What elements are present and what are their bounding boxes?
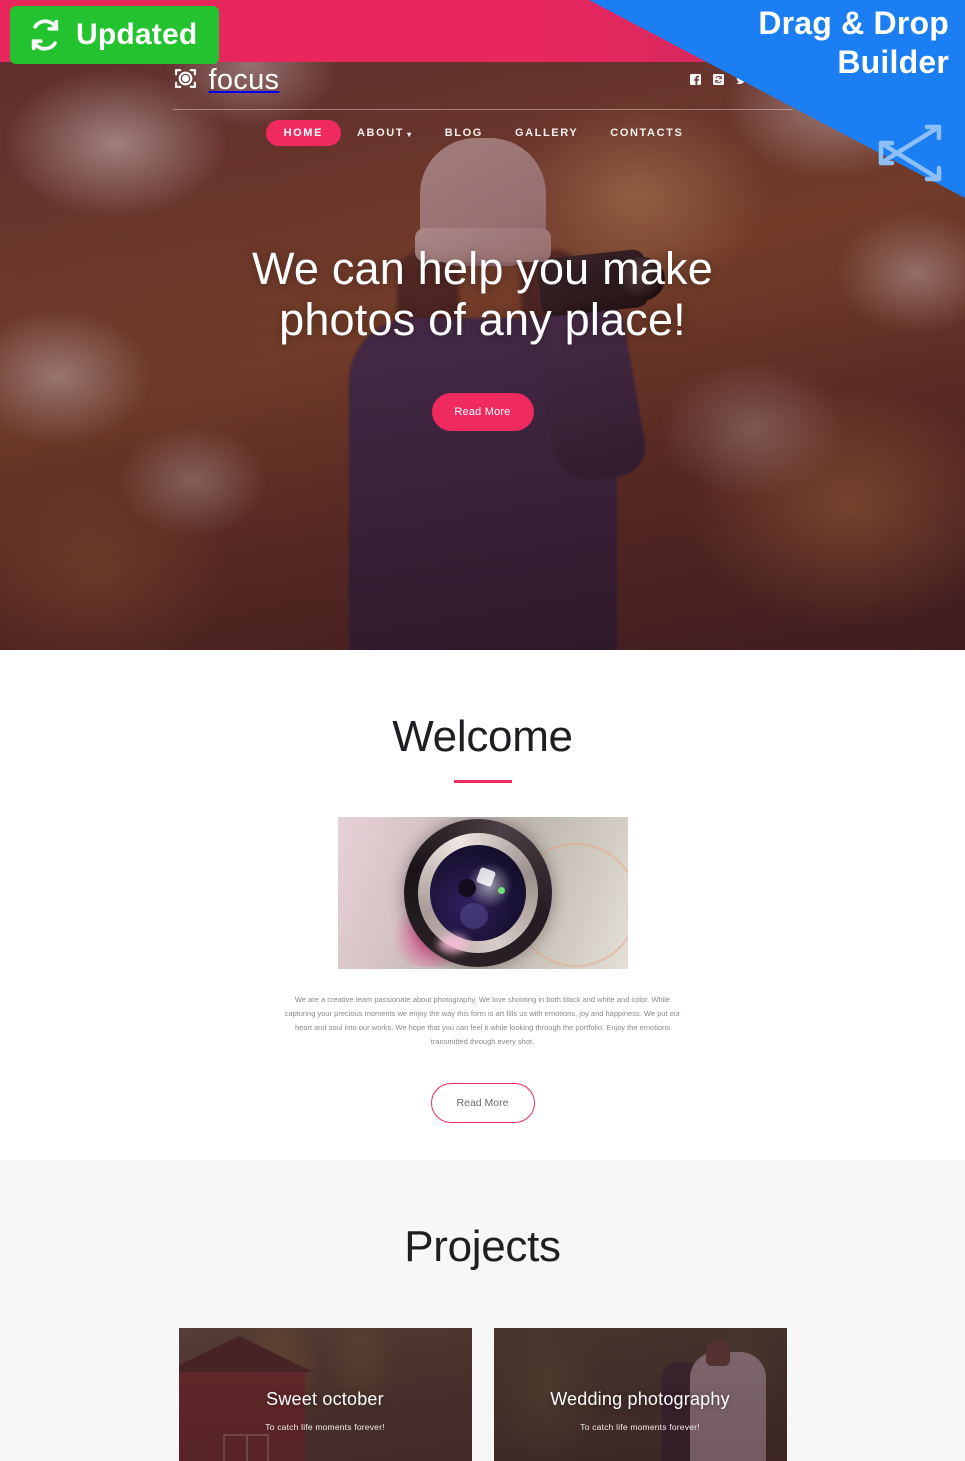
project-card[interactable]: Wedding photography To catch life moment… (493, 1328, 787, 1461)
nav-label-about: ABOUT (357, 127, 405, 139)
welcome-title: Welcome (392, 712, 573, 761)
projects-grid: Sweet october To catch life moments fore… (178, 1328, 787, 1461)
chevron-down-icon: ▾ (407, 129, 413, 139)
nav-item-blog[interactable]: BLOG (429, 120, 499, 146)
nav-label-contacts: CONTACTS (610, 127, 684, 139)
brand-logo[interactable]: focus (173, 64, 280, 97)
project-card[interactable]: Sweet october To catch life moments fore… (178, 1328, 472, 1461)
hero-title-line1: We can help you make (252, 242, 713, 294)
page-root: We can help you make photos of any place… (0, 0, 965, 1461)
focus-frame-icon (173, 66, 198, 96)
brand-name: focus (208, 64, 280, 96)
nav-item-home[interactable]: HOME (265, 120, 342, 146)
projects-section: Projects Sweet october To catch life mom… (0, 1160, 965, 1461)
social-links (689, 72, 793, 90)
nav-label-blog: BLOG (444, 127, 483, 139)
updated-badge-label: Updated (76, 18, 198, 51)
welcome-paragraph: We are a creative team passionate about … (284, 995, 681, 1046)
twitter-icon[interactable] (735, 72, 747, 90)
nav-item-contacts[interactable]: CONTACTS (594, 120, 699, 146)
refresh-icon (28, 18, 62, 52)
main-nav: HOME ABOUT ▾ BLOG GALLERY CONTACTS (0, 120, 965, 146)
nav-item-about[interactable]: ABOUT ▾ (341, 120, 429, 146)
pinterest-icon[interactable] (758, 72, 770, 90)
project-subtitle: To catch life moments forever! (265, 1421, 385, 1432)
welcome-section: Welcome We are a creative team passionat… (0, 650, 965, 1160)
hero-title-line2: photos of any place! (279, 294, 686, 345)
updated-badge: Updated (10, 6, 220, 64)
site-header: focus HOME ABOUT ▾ BLOG GALLERY CONTACTS (0, 62, 965, 146)
project-title: Sweet october (266, 1388, 384, 1409)
hero-title: We can help you make photos of any place… (252, 243, 713, 346)
refresh-square-icon[interactable] (712, 72, 724, 90)
facebook-icon[interactable] (689, 72, 701, 90)
header-inner: focus (172, 62, 793, 110)
welcome-title-rule (453, 780, 512, 783)
nav-item-gallery[interactable]: GALLERY (499, 120, 594, 146)
nav-label-gallery: GALLERY (514, 127, 579, 139)
hero-read-more-button[interactable]: Read More (431, 393, 534, 432)
instagram-icon[interactable] (781, 72, 793, 90)
nav-label-home: HOME (283, 127, 324, 139)
welcome-read-more-button[interactable]: Read More (430, 1082, 535, 1123)
camera-lens-photo (337, 817, 628, 969)
project-title: Wedding photography (550, 1388, 730, 1409)
projects-title: Projects (404, 1222, 561, 1271)
project-subtitle: To catch life moments forever! (580, 1421, 700, 1432)
